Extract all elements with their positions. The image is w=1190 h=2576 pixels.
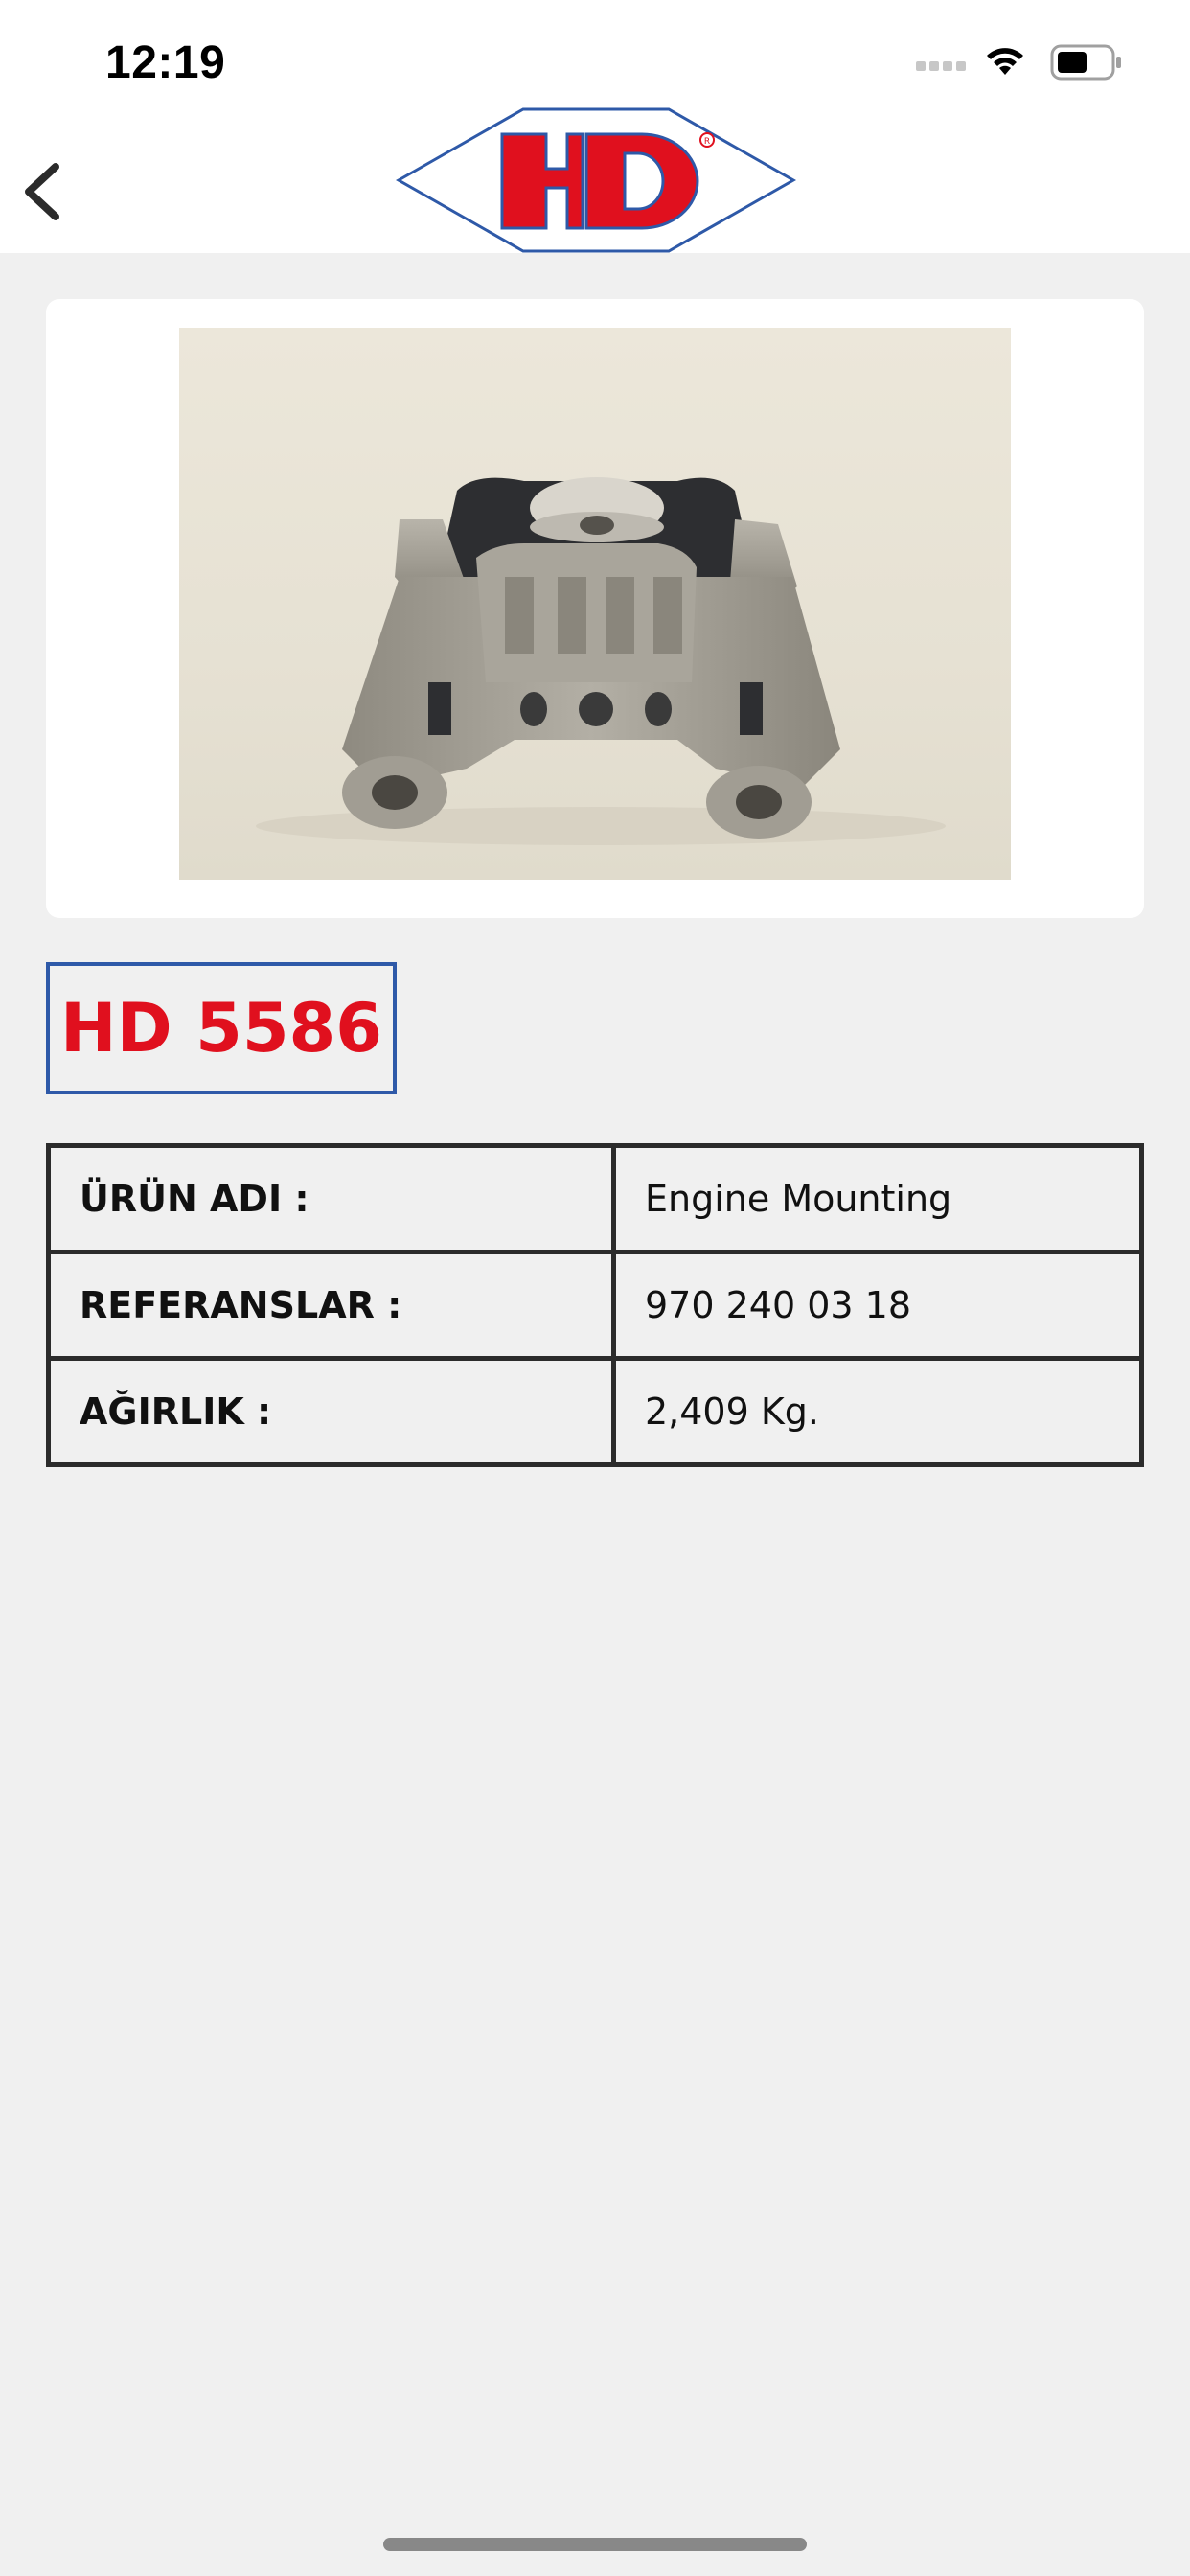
nav-bar: R xyxy=(0,105,1190,253)
signal-icon xyxy=(916,61,966,71)
product-code: HD 5586 xyxy=(60,989,382,1068)
spec-value: 970 240 03 18 xyxy=(611,1250,1144,1361)
engine-mount-illustration xyxy=(256,477,946,845)
hd-logo: R xyxy=(395,107,797,253)
spec-value: 2,409 Kg. xyxy=(611,1356,1144,1467)
table-row: AĞIRLIK : 2,409 Kg. xyxy=(46,1356,1144,1467)
spec-label: ÜRÜN ADI : xyxy=(46,1143,616,1254)
battery-icon xyxy=(1050,44,1121,80)
status-time: 12:19 xyxy=(105,37,226,88)
spec-table: ÜRÜN ADI : Engine Mounting REFERANSLAR :… xyxy=(46,1143,1144,1467)
table-row: REFERANSLAR : 970 240 03 18 xyxy=(46,1250,1144,1361)
wifi-icon xyxy=(987,48,1023,75)
svg-text:R: R xyxy=(704,137,710,147)
product-code-box: HD 5586 xyxy=(46,962,397,1094)
chevron-left-icon[interactable] xyxy=(13,153,71,230)
product-image[interactable] xyxy=(179,328,1011,880)
spec-label: REFERANSLAR : xyxy=(46,1250,616,1361)
spec-value: Engine Mounting xyxy=(611,1143,1144,1254)
home-indicator[interactable] xyxy=(383,2538,807,2551)
table-row: ÜRÜN ADI : Engine Mounting xyxy=(46,1143,1144,1254)
status-bar: 12:19 xyxy=(0,0,1190,105)
spec-label: AĞIRLIK : xyxy=(46,1356,616,1467)
